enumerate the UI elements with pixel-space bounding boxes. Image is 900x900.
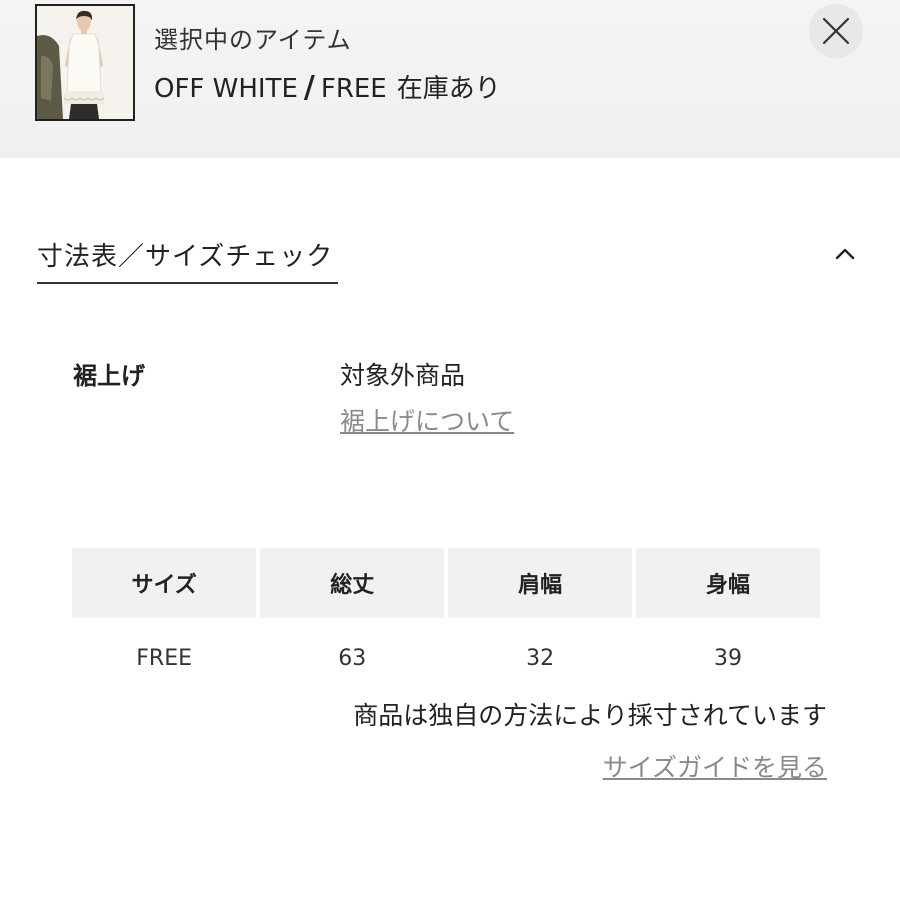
table-cell: 32	[526, 645, 555, 671]
product-thumbnail	[35, 4, 135, 121]
selected-item-variant: OFF WHITE / FREE 在庫あり	[154, 68, 501, 105]
size-modal: 選択中のアイテム OFF WHITE / FREE 在庫あり 寸法表／サイズチェック …	[0, 0, 900, 900]
section-title-underline	[37, 282, 338, 284]
chevron-up-icon[interactable]	[833, 244, 857, 264]
table-header-cell: 総丈	[260, 548, 445, 618]
close-button[interactable]	[809, 4, 863, 58]
variant-size: FREE	[320, 74, 387, 104]
size-table: サイズ 総丈 肩幅 身幅 FREE 63 32 39	[68, 548, 824, 698]
selected-item-caption: 選択中のアイテム	[154, 26, 352, 54]
close-icon	[822, 17, 850, 45]
hem-info-link[interactable]: 裾上げについて	[340, 402, 514, 438]
measurement-note: 商品は独自の方法により採寸されています	[353, 701, 827, 730]
size-chart-section-title[interactable]: 寸法表／サイズチェック	[37, 236, 333, 273]
selected-item-header: 選択中のアイテム OFF WHITE / FREE 在庫あり	[0, 0, 900, 158]
variant-separator: /	[303, 70, 315, 105]
table-row: FREE 63 32 39	[72, 618, 820, 698]
table-header-cell: サイズ	[72, 548, 257, 618]
size-guide-link[interactable]: サイズガイドを見る	[603, 748, 827, 784]
table-cell: FREE	[136, 645, 192, 671]
table-header-cell: 身幅	[636, 548, 820, 618]
table-cell: 63	[338, 645, 367, 671]
hem-label: 裾上げ	[73, 362, 145, 390]
table-header-cell: 肩幅	[448, 548, 633, 618]
hem-value: 対象外商品	[340, 361, 466, 390]
variant-color: OFF WHITE	[154, 74, 298, 104]
stock-status: 在庫あり	[396, 74, 501, 104]
table-header-row: サイズ 総丈 肩幅 身幅	[72, 548, 820, 618]
table-cell: 39	[714, 645, 743, 671]
